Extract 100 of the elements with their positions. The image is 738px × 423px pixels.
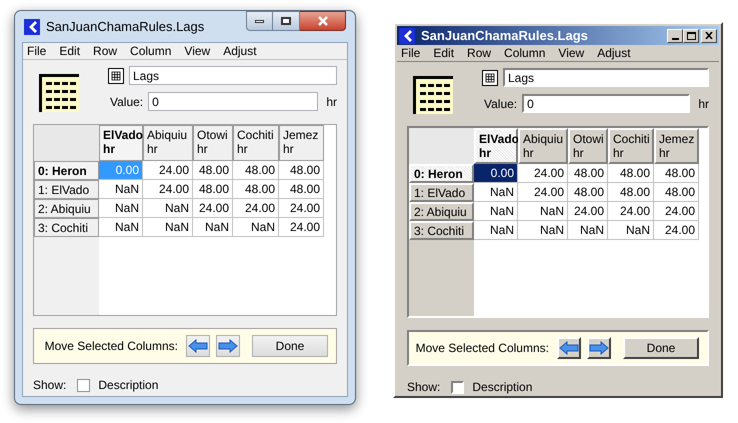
left-arrow-icon [559,341,579,355]
row-header[interactable]: 2: Abiquiu [409,202,474,221]
menu-item[interactable]: Column [130,42,172,60]
menu-item[interactable]: View [184,42,210,60]
table-cell[interactable]: 24.00 [193,199,233,218]
name-field[interactable]: Lags [503,68,709,87]
done-button[interactable]: Done [623,337,699,359]
move-right-button[interactable] [216,335,240,357]
table-cell[interactable]: 48.00 [193,180,233,199]
table-cell[interactable]: NaN [474,202,518,221]
value-label: Value: [110,94,144,110]
table-cell[interactable]: 24.00 [143,161,193,180]
table-cell[interactable]: NaN [474,221,518,240]
table-cell[interactable]: 48.00 [279,161,324,180]
table-cell[interactable]: 24.00 [233,199,279,218]
table-cell[interactable]: 24.00 [143,180,193,199]
column-header[interactable]: Cochiti hr [608,128,654,164]
done-button[interactable]: Done [252,335,328,357]
right-arrow-icon [589,341,609,355]
table-cell[interactable]: NaN [568,221,608,240]
menu-item[interactable]: Edit [433,44,454,62]
row-header[interactable]: 3: Cochiti [34,218,99,237]
menu-item[interactable]: Adjust [597,44,631,62]
menu-item[interactable]: Column [504,44,546,62]
table-cell[interactable]: 48.00 [654,183,699,202]
menu-item[interactable]: Row [93,42,118,60]
column-header[interactable]: Jemez hr [654,128,699,164]
table-cell[interactable]: 48.00 [568,183,608,202]
row-header[interactable]: 2: Abiquiu [34,199,99,218]
maximize-button[interactable] [273,11,300,31]
menu-item[interactable]: Edit [59,42,80,60]
description-checkbox[interactable] [77,378,90,392]
app-logo-icon [399,28,415,44]
row-header[interactable]: 0: Heron [409,164,474,183]
row-header[interactable]: 0: Heron [34,161,99,180]
table-cell[interactable]: 0.00 [474,164,518,183]
unit-label: hr [698,96,709,112]
table-cell[interactable]: NaN [518,221,568,240]
row-header[interactable]: 1: ElVado [409,183,474,202]
table-cell[interactable]: 48.00 [279,180,324,199]
window-title: SanJuanChamaRules.Lags [421,26,589,45]
grid-icon [108,68,124,84]
description-label: Description [472,379,532,396]
row-header[interactable]: 3: Cochiti [409,221,474,240]
column-header[interactable]: Otowi hr [193,125,233,161]
table-cell[interactable]: 48.00 [608,164,654,183]
close-button[interactable] [300,11,346,31]
move-left-button[interactable] [186,335,210,357]
corner-header [409,128,474,164]
value-label: Value: [484,96,518,112]
app-logo-icon [24,18,40,34]
menu-item[interactable]: View [558,44,584,62]
table-cell[interactable]: 48.00 [568,164,608,183]
table-cell[interactable]: 24.00 [518,164,568,183]
value-field[interactable]: 0 [522,94,690,113]
table-cell[interactable]: 48.00 [608,183,654,202]
table-cell[interactable]: 48.00 [233,161,279,180]
table-cell[interactable]: 24.00 [654,221,699,240]
table-cell[interactable]: NaN [99,218,143,237]
show-label: Show: [407,379,440,396]
column-header[interactable]: Jemez hr [279,125,324,161]
row-header[interactable]: 1: ElVado [34,180,99,199]
column-header[interactable]: Abiquiu hr [143,125,193,161]
value-field[interactable]: 0 [148,92,318,111]
menu-item[interactable]: File [401,44,420,62]
left-arrow-icon [188,339,208,353]
table-cell[interactable]: NaN [99,199,143,218]
table-cell[interactable]: NaN [474,183,518,202]
window-title: SanJuanChamaRules.Lags [46,18,206,36]
table-cell[interactable]: 48.00 [233,180,279,199]
column-header[interactable]: Otowi hr [568,128,608,164]
column-header[interactable]: ElVado hr [99,125,143,161]
table-cell[interactable]: 24.00 [608,202,654,221]
description-label: Description [98,377,158,394]
table-cell[interactable]: 24.00 [518,183,568,202]
table-cell[interactable]: NaN [608,221,654,240]
minimize-button[interactable] [246,11,273,31]
table-cell[interactable]: NaN [518,202,568,221]
description-checkbox[interactable] [451,380,464,394]
table-cell[interactable]: 24.00 [568,202,608,221]
menu-item[interactable]: File [27,42,46,60]
name-field[interactable]: Lags [129,66,337,85]
table-cell[interactable]: NaN [143,199,193,218]
table-cell[interactable]: 24.00 [654,202,699,221]
table-icon [413,76,453,114]
grid-icon [482,70,498,86]
table-cell[interactable]: 24.00 [279,199,324,218]
table-cell[interactable]: 48.00 [193,161,233,180]
table-cell[interactable]: 48.00 [654,164,699,183]
table-cell[interactable]: NaN [143,218,193,237]
table-cell[interactable]: NaN [233,218,279,237]
menu-item[interactable]: Adjust [223,42,257,60]
column-header[interactable]: Abiquiu hr [518,128,568,164]
move-columns-label: Move Selected Columns: [416,340,549,357]
column-header[interactable]: Cochiti hr [233,125,279,161]
table-cell[interactable]: 24.00 [279,218,324,237]
column-header[interactable]: ElVado hr [474,128,518,164]
menu-item[interactable]: Row [467,44,492,62]
table-cell[interactable]: NaN [99,180,143,199]
table-cell[interactable]: NaN [193,218,233,237]
